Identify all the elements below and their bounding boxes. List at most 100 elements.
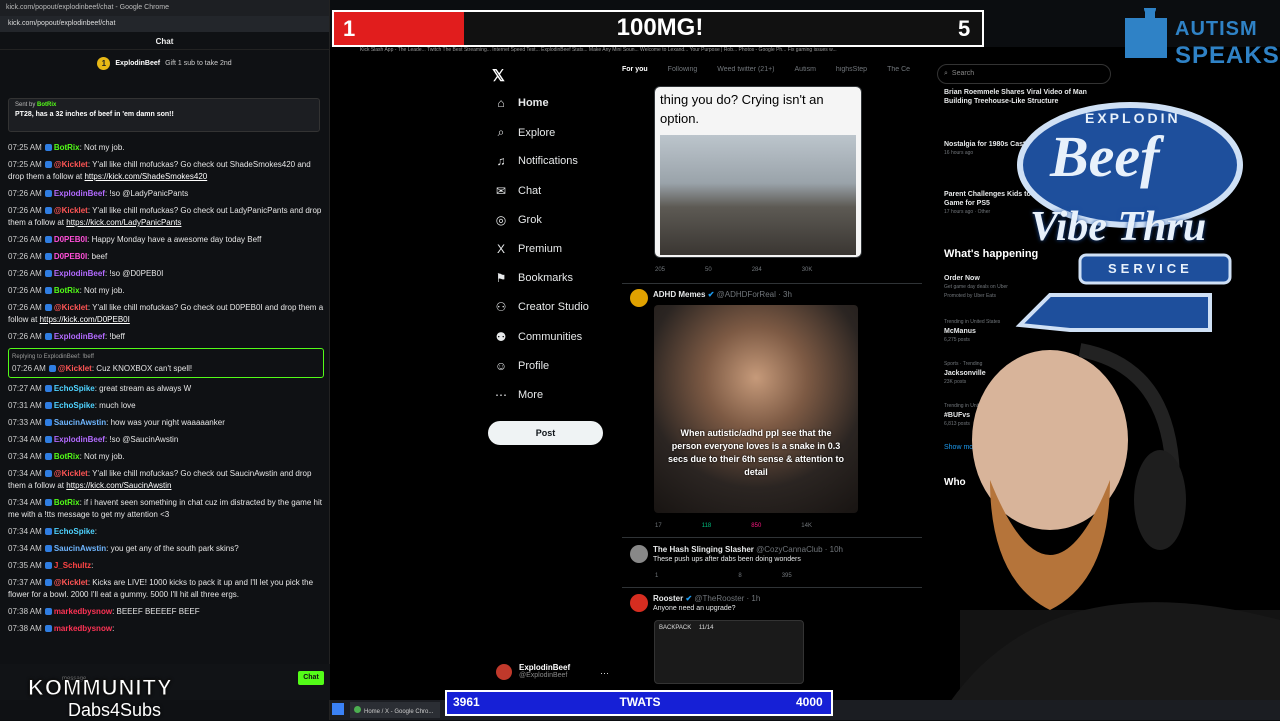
message-username[interactable]: EchoSpike [54, 384, 95, 393]
nav-item-communities[interactable]: ⚉ Communities [494, 330, 583, 344]
chat-message[interactable]: 07:26 AM BotRix: Not my job. [8, 285, 324, 297]
rooster-avatar[interactable] [630, 594, 648, 612]
reply-count[interactable]: 1 [655, 573, 658, 579]
message-username[interactable]: EchoSpike [54, 527, 95, 536]
message-username[interactable]: ExplodinBeef [54, 332, 105, 341]
taskbar-chrome-item[interactable]: Home / X - Google Chro... [350, 702, 440, 718]
message-link[interactable]: https://kick.com/SaucinAwstin [66, 481, 171, 490]
gift-banner[interactable]: 1 ExplodinBeef Gift 1 sub to take 2nd [0, 50, 329, 76]
nav-item-explore[interactable]: ⌕ Explore [494, 125, 556, 140]
search-input[interactable]: ⌕ Search [937, 64, 1111, 84]
message-username[interactable]: @Kicklet [54, 160, 88, 169]
chat-message[interactable]: 07:26 AM D0PEB0I: Happy Monday have a awe… [8, 234, 324, 246]
nav-item-premium[interactable]: X Premium [494, 242, 562, 256]
tweet2-author[interactable]: ADHD Memes ✔ @ADHDForReal · 3h [653, 290, 792, 299]
tweet3-author[interactable]: The Hash Slinging Slasher @CozyCannaClub… [653, 545, 843, 554]
message-link[interactable]: https://kick.com/LadyPanicPants [66, 218, 181, 227]
repost-count[interactable]: 50 [705, 267, 712, 273]
nav-item-profile[interactable]: ☺ Profile [494, 359, 549, 373]
chat-message[interactable]: Replying to ExplodinBeef: !beff 07:26 AM @… [8, 348, 324, 378]
message-username[interactable]: SaucinAwstin [54, 544, 106, 553]
chat-message[interactable]: 07:34 AM @Kicklet: Y'all like chill mofuc… [8, 468, 324, 492]
message-username[interactable]: BotRix [54, 143, 80, 152]
timeline-tab[interactable]: Autism [795, 66, 816, 73]
like-count[interactable]: 284 [752, 267, 762, 273]
windows-start-icon[interactable] [332, 703, 344, 715]
view-count[interactable]: 30K [802, 267, 813, 273]
timeline-tab[interactable]: The Ce [887, 66, 910, 73]
repost-count[interactable]: 118 [702, 523, 712, 529]
message-username[interactable]: ExplodinBeef [54, 435, 105, 444]
message-username[interactable]: @Kicklet [54, 303, 88, 312]
message-username[interactable]: markedbysnow [54, 624, 112, 633]
x-logo-icon[interactable]: 𝕏 [492, 66, 505, 86]
message-username[interactable]: @Kicklet [54, 206, 88, 215]
message-username[interactable]: EchoSpike [54, 401, 95, 410]
timeline-tab[interactable]: For you [622, 66, 648, 73]
chat-send-button[interactable]: Chat [298, 671, 324, 685]
nav-item-creator-studio[interactable]: ⚇ Creator Studio [494, 300, 589, 314]
message-link[interactable]: https://kick.com/ShadeSmokes420 [84, 172, 207, 181]
timeline-tab[interactable]: Weed twitter (21+) [717, 66, 774, 73]
chat-message[interactable]: 07:34 AM BotRix: if i havent seen somethi… [8, 497, 324, 521]
reply-count[interactable]: 205 [655, 267, 665, 273]
timeline-tab[interactable]: Following [668, 66, 698, 73]
chat-message[interactable]: 07:34 AM SaucinAwstin: you get any of the… [8, 543, 324, 555]
nav-item-more[interactable]: ⋯ More [494, 388, 543, 402]
meme-image[interactable] [654, 305, 858, 513]
chat-message[interactable]: 07:26 AM ExplodinBeef: !beff [8, 331, 324, 343]
view-count[interactable]: 395 [782, 573, 792, 579]
message-username[interactable]: @Kicklet [58, 364, 92, 373]
message-username[interactable]: D0PEB0I [54, 235, 87, 244]
post-button[interactable]: Post [488, 421, 603, 445]
account-switcher[interactable]: ExplodinBeef @ExplodinBeef [519, 663, 570, 679]
nav-item-home[interactable]: ⌂ Home [494, 96, 548, 110]
nav-item-bookmarks[interactable]: ⚑ Bookmarks [494, 271, 573, 285]
chat-message[interactable]: 07:33 AM SaucinAwstin: how was your night… [8, 417, 324, 429]
account-more-icon[interactable]: ⋯ [600, 668, 609, 679]
hash-slinging-avatar[interactable] [630, 545, 648, 563]
message-username[interactable]: BotRix [54, 498, 80, 507]
tweet4-author[interactable]: Rooster ✔ @TheRooster · 1h [653, 594, 760, 603]
message-username[interactable]: BotRix [54, 452, 80, 461]
chat-message[interactable]: 07:25 AM BotRix: Not my job. [8, 142, 324, 154]
message-username[interactable]: D0PEB0I [54, 252, 87, 261]
chat-message[interactable]: 07:26 AM @Kicklet: Y'all like chill mofuc… [8, 205, 324, 229]
message-username[interactable]: J_Schultz [54, 561, 91, 570]
pinned-message[interactable]: Sent by BotRix PT28, has a 32 inches of … [8, 98, 320, 132]
message-link[interactable]: https://kick.com/D0PEB0I [40, 315, 130, 324]
chat-message[interactable]: 07:34 AM EchoSpike: [8, 526, 324, 538]
reply-count[interactable]: 17 [655, 523, 662, 529]
chat-message[interactable]: 07:35 AM J_Schultz: [8, 560, 324, 572]
nav-item-notifications[interactable]: ♫ Notifications [494, 154, 578, 168]
message-username[interactable]: @Kicklet [54, 469, 88, 478]
chat-message[interactable]: 07:37 AM @Kicklet: Kicks are LIVE! 1000 k… [8, 577, 324, 601]
adhd-memes-avatar[interactable] [630, 289, 648, 307]
message-username[interactable]: ExplodinBeef [54, 269, 105, 278]
bookmarks-bar[interactable]: Kick Slash App - The Leade... Twitch The… [360, 47, 1100, 57]
like-count[interactable]: 850 [751, 523, 761, 529]
chat-message[interactable]: 07:38 AM markedbysnow: [8, 623, 324, 635]
backpack-image[interactable]: BACKPACK 11/14 [654, 620, 804, 684]
chat-message[interactable]: 07:31 AM EchoSpike: much love [8, 400, 324, 412]
timeline-tab[interactable]: highsStep [836, 66, 867, 73]
chat-message[interactable]: 07:34 AM ExplodinBeef: !so @SaucinAwstin [8, 434, 324, 446]
nav-item-chat[interactable]: ✉ Chat [494, 184, 541, 198]
account-avatar[interactable] [496, 664, 512, 680]
chat-message[interactable]: 07:26 AM @Kicklet: Y'all like chill mofuc… [8, 302, 324, 326]
message-username[interactable]: ExplodinBeef [54, 189, 105, 198]
message-username[interactable]: SaucinAwstin [54, 418, 106, 427]
message-username[interactable]: @Kicklet [54, 578, 88, 587]
chat-message[interactable]: 07:26 AM ExplodinBeef: !so @D0PEB0I [8, 268, 324, 280]
message-username[interactable]: markedbysnow [54, 607, 112, 616]
chat-message[interactable]: 07:25 AM @Kicklet: Y'all like chill mofuc… [8, 159, 324, 183]
chat-message[interactable]: 07:34 AM BotRix: Not my job. [8, 451, 324, 463]
like-count[interactable]: 8 [738, 573, 741, 579]
chat-message[interactable]: 07:38 AM markedbysnow: BEEEF BEEEEF BEEF [8, 606, 324, 618]
chat-message[interactable]: 07:27 AM EchoSpike: great stream as alway… [8, 383, 324, 395]
chat-message[interactable]: 07:26 AM D0PEB0I: beef [8, 251, 324, 263]
message-username[interactable]: BotRix [54, 286, 80, 295]
view-count[interactable]: 14K [801, 523, 812, 529]
chat-message[interactable]: 07:26 AM ExplodinBeef: !so @LadyPanicPant… [8, 188, 324, 200]
chat-url-bar[interactable]: kick.com/popout/explodinbeef/chat [0, 16, 329, 32]
